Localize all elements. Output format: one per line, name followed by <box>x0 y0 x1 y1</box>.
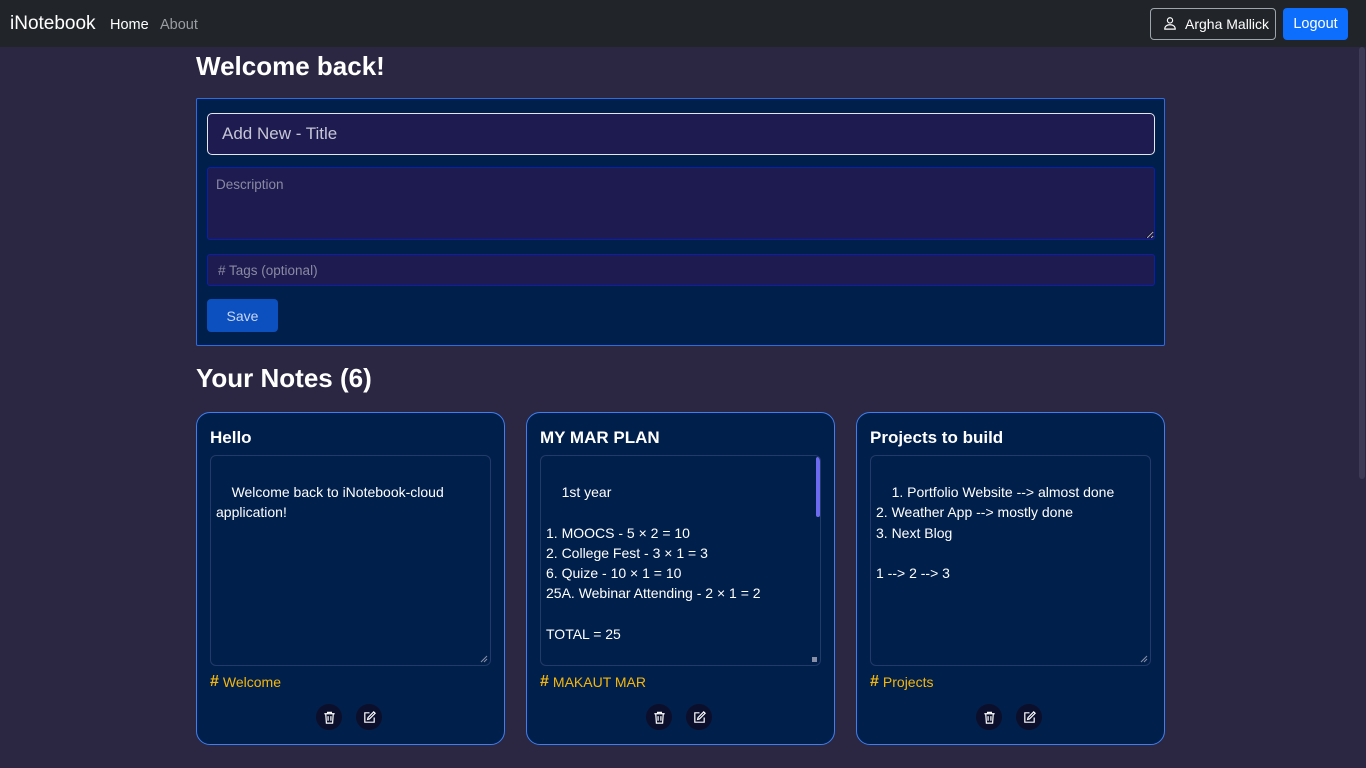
edit-note-button[interactable] <box>686 704 712 730</box>
note-body-text: 1st year 1. MOOCS - 5 × 2 = 10 2. Colleg… <box>546 484 761 642</box>
nav-link-about[interactable]: About <box>160 17 198 33</box>
note-body[interactable]: Welcome back to iNotebook-cloud applicat… <box>210 455 491 666</box>
user-profile-button[interactable]: Argha Mallick <box>1150 8 1276 40</box>
trash-icon <box>653 711 665 724</box>
note-card: Projects to build 1. Portfolio Website -… <box>856 412 1165 745</box>
trash-icon <box>323 711 335 724</box>
edit-icon <box>693 710 706 723</box>
note-title: Projects to build <box>870 428 1004 447</box>
user-name: Argha Mallick <box>1185 16 1270 32</box>
note-tag[interactable]: # MAKAUT MAR <box>540 673 646 691</box>
logout-button[interactable]: Logout <box>1283 8 1348 40</box>
navbar: iNotebook Home About Argha Mallick Logou… <box>0 0 1366 47</box>
page-scrollbar-thumb[interactable] <box>1359 47 1365 479</box>
nav-link-home[interactable]: Home <box>110 17 149 33</box>
note-tag-label: MAKAUT MAR <box>552 674 646 690</box>
note-tags-input[interactable] <box>207 254 1155 286</box>
edit-icon <box>1023 710 1036 723</box>
hash-icon: # <box>210 673 219 690</box>
welcome-heading: Welcome back! <box>196 51 385 81</box>
note-card: MY MAR PLAN 1st year 1. MOOCS - 5 × 2 = … <box>526 412 835 745</box>
hash-icon: # <box>540 673 549 690</box>
note-body-text: Welcome back to iNotebook-cloud applicat… <box>216 484 444 521</box>
note-title: MY MAR PLAN <box>540 428 660 447</box>
note-tag[interactable]: # Projects <box>870 673 933 691</box>
note-title: Hello <box>210 428 252 447</box>
delete-note-button[interactable] <box>316 704 342 730</box>
note-tag[interactable]: # Welcome <box>210 673 281 691</box>
user-icon <box>1163 16 1177 33</box>
edit-icon <box>363 710 376 723</box>
note-title-input[interactable] <box>207 113 1155 155</box>
brand-logo[interactable]: iNotebook <box>10 13 96 35</box>
note-card: Hello Welcome back to iNotebook-cloud ap… <box>196 412 505 745</box>
edit-note-button[interactable] <box>1016 704 1042 730</box>
edit-note-button[interactable] <box>356 704 382 730</box>
note-body[interactable]: 1st year 1. MOOCS - 5 × 2 = 10 2. Colleg… <box>540 455 821 666</box>
note-body[interactable]: 1. Portfolio Website --> almost done 2. … <box>870 455 1151 666</box>
note-scrollbar-thumb[interactable] <box>816 457 820 517</box>
note-tag-label: Projects <box>882 674 934 690</box>
trash-icon <box>983 711 995 724</box>
resize-grip-icon[interactable] <box>1140 655 1148 663</box>
save-button[interactable]: Save <box>207 299 278 332</box>
note-body-text: 1. Portfolio Website --> almost done 2. … <box>876 484 1115 582</box>
notes-heading: Your Notes (6) <box>196 363 372 393</box>
delete-note-button[interactable] <box>646 704 672 730</box>
resize-grip-icon[interactable] <box>810 655 818 663</box>
note-tag-label: Welcome <box>222 674 281 690</box>
hash-icon: # <box>870 673 879 690</box>
note-description-input[interactable] <box>207 167 1155 240</box>
delete-note-button[interactable] <box>976 704 1002 730</box>
add-note-form: Save <box>196 98 1165 346</box>
resize-grip-icon[interactable] <box>480 655 488 663</box>
